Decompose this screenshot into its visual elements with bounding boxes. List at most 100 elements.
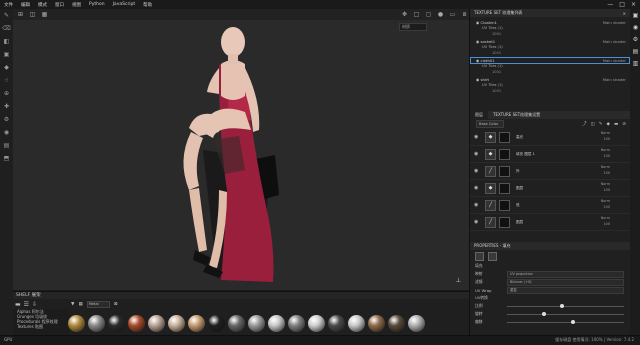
slider-knob[interactable] [542,311,547,316]
eye-icon[interactable]: ◉ [474,134,482,140]
eye-icon[interactable]: ◉ [474,168,482,174]
mask-thumb[interactable] [499,182,510,194]
camera-view-icon[interactable]: ◫ [28,10,37,19]
layer-blend-mode[interactable]: Norm [601,165,610,169]
close-search-icon[interactable]: ⊠ [114,302,118,307]
grid-icon[interactable]: ⊞ [16,10,25,19]
texture-set-icon[interactable]: ▣ [630,9,640,21]
material-sphere[interactable] [208,315,225,332]
add-effect-icon[interactable]: ⤴ [582,121,587,127]
texture-set-item[interactable]: ◉ shirt Main shader [470,76,630,83]
material-sphere[interactable] [248,315,265,332]
settings-icon[interactable]: ⚙ [0,113,13,126]
render-icon[interactable]: ● [436,10,445,19]
brush-icon[interactable]: ✎ [0,9,13,22]
import-icon[interactable]: ⇩ [32,301,37,308]
menu-item-view[interactable]: 视图 [68,2,85,8]
material-sphere[interactable] [168,315,185,332]
slider-track[interactable] [507,303,624,308]
gallery-icon[interactable]: ▦ [78,302,82,307]
shader-name[interactable]: Main shader [603,20,626,25]
material-sphere[interactable] [288,315,305,332]
close-button[interactable]: × [631,1,636,8]
mask-thumb[interactable] [499,199,510,211]
layer-blend-mode[interactable]: Norm [601,182,610,186]
material-sphere[interactable] [148,315,165,332]
fill-thumb-icon[interactable] [488,251,497,261]
slider-track[interactable] [507,319,624,324]
list-icon[interactable]: ☰ [24,301,29,308]
layer-blend-mode[interactable]: Norm [601,216,610,220]
panel-close-icon[interactable]: × [623,11,626,16]
mask-thumb[interactable] [499,216,510,228]
material-sphere[interactable] [328,315,345,332]
layout-icon[interactable]: ▭ [448,10,457,19]
shelf-category[interactable]: Textures 贴图 [13,324,69,329]
property-dropdown[interactable]: UV projection [507,270,624,278]
layer-row[interactable]: ◉ ╱ 图层 Norm 100 [470,214,630,231]
mask-thumb[interactable] [499,165,510,177]
layer-row[interactable]: ◉ ◆ 图层 Norm 100 [470,180,630,197]
frame-icon[interactable]: ▢ [424,10,433,19]
menu-item-mode[interactable]: 模式 [34,2,51,8]
add-mask-icon[interactable]: ◫ [590,122,594,127]
3d-viewport[interactable]: 材质 ⊥ [13,20,469,290]
material-sphere[interactable] [268,315,285,332]
material-sphere[interactable] [388,315,405,332]
material-thumb-icon[interactable] [475,251,484,261]
history-icon[interactable]: ▥ [630,57,640,69]
layer-opacity[interactable]: 100 [604,154,610,158]
layer-blend-mode[interactable]: Norm [601,131,610,135]
material-sphere[interactable] [68,315,85,332]
property-dropdown[interactable]: Bilinear | HQ [507,278,624,286]
texture-set-item[interactable]: ◉ socket1 Main shader [470,38,630,45]
bake-settings-icon[interactable]: ▤ [630,45,640,57]
folder-icon[interactable]: ▬ [15,301,21,308]
material-sphere[interactable] [348,315,365,332]
menu-item-python[interactable]: Python [85,2,109,7]
layer-row[interactable]: ◉ ◆ 填充 图层 1 Norm 100 [470,146,630,163]
layer-blend-mode[interactable]: Norm [601,199,610,203]
shader-name[interactable]: Main shader [603,58,626,63]
layer-blend-mode[interactable]: Norm [601,148,610,152]
add-fill-layer-icon[interactable]: ◆ [606,122,609,127]
mask-thumb[interactable] [499,148,510,160]
material-sphere[interactable] [308,315,325,332]
geometry-icon[interactable]: ▣ [0,48,13,61]
maximize-button[interactable]: □ [619,1,625,8]
layer-row[interactable]: ◉ ◆ 高光 Norm 100 [470,129,630,146]
layer-row[interactable]: ◉ ╱ 外 Norm 100 [470,163,630,180]
channel-select[interactable]: Base Color [476,120,504,128]
menu-item-edit[interactable]: 编辑 [17,2,34,8]
mask-thumb[interactable] [499,131,510,143]
layer-opacity[interactable]: 100 [604,188,610,192]
add-folder-icon[interactable]: ▬ [614,122,618,127]
tab-texture-set-settings[interactable]: TEXTURE SET纹理集设置 [488,111,545,119]
layer-row[interactable]: ◉ ╱ 低 Norm 100 [470,197,630,214]
shader-name[interactable]: Main shader [603,39,626,44]
slider-knob[interactable] [559,303,564,308]
fill-icon[interactable]: ◆ [0,61,13,74]
square-icon[interactable]: □ [412,10,421,19]
menu-item-javascript[interactable]: JavaScript [109,2,140,7]
tab-layers[interactable]: 图层 [470,111,488,119]
layer-opacity[interactable]: 100 [604,137,610,141]
layer-opacity[interactable]: 100 [604,171,610,175]
add-paint-layer-icon[interactable]: ✎ [599,122,603,127]
slider-track[interactable] [507,311,624,316]
texture-set-item[interactable]: ◉ Cloakin1 Main shader [470,19,630,26]
material-sphere[interactable] [408,315,425,332]
layer-opacity[interactable]: 100 [604,205,610,209]
eraser-icon[interactable]: ⌫ [0,22,13,35]
shader-settings-icon[interactable]: ⚙ [630,33,640,45]
menu-item-file[interactable]: 文件 [0,2,17,8]
menu-item-window[interactable]: 窗口 [51,2,68,8]
slider-knob[interactable] [571,319,576,324]
material-sphere[interactable] [368,315,385,332]
split-icon[interactable]: ⧈ [460,10,469,19]
minimize-button[interactable]: — [607,1,613,8]
material-sphere[interactable] [228,315,245,332]
eye-icon[interactable]: ◉ [474,185,482,191]
property-dropdown[interactable]: 重复 [507,286,624,294]
layer-opacity[interactable]: 100 [604,222,610,226]
